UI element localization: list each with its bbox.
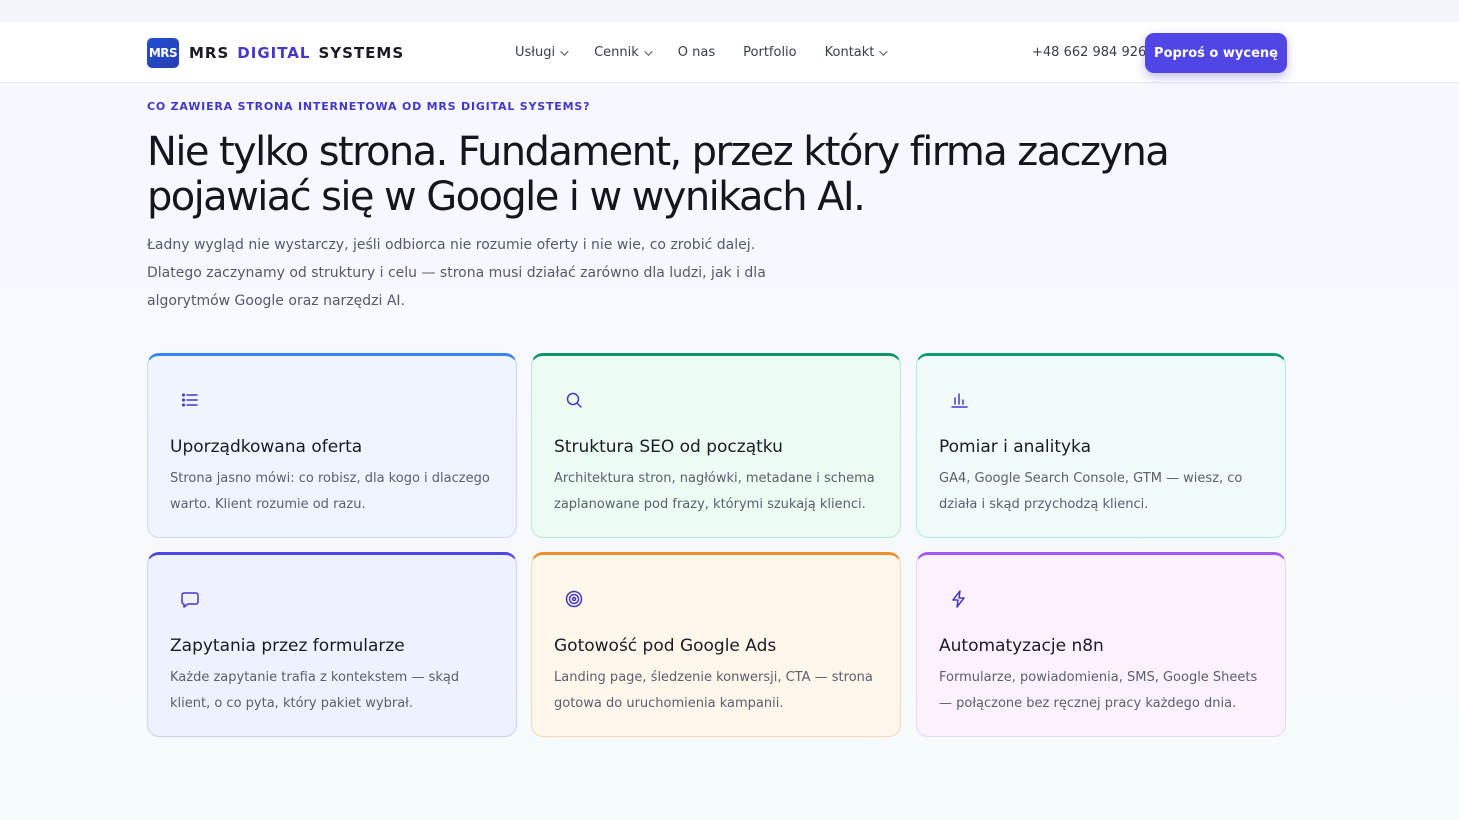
search-icon xyxy=(564,390,584,410)
navbar: MRS MRS DIGITAL SYSTEMS Usługi Cennik O nas P… xyxy=(0,22,1459,83)
logo-text: MRS DIGITAL SYSTEMS xyxy=(189,44,404,62)
nav-item-label: O nas xyxy=(677,45,716,60)
logo[interactable]: MRS MRS DIGITAL SYSTEMS xyxy=(147,38,404,68)
feature-card: Pomiar i analityka GA4, Google Search Con… xyxy=(916,353,1286,538)
section-eyebrow: CO ZAWIERA STRONA INTERNETOWA OD MRS DIG… xyxy=(147,100,591,113)
nav-item-label: Cennik xyxy=(594,45,639,60)
feature-title: Pomiar i analityka xyxy=(939,437,1092,457)
feature-card: Automatyzacje n8n Formularze, powiadomien… xyxy=(916,552,1286,737)
chevron-down-icon xyxy=(879,46,889,56)
bar-chart-icon xyxy=(949,390,969,410)
nav-item-label: Usługi xyxy=(515,45,556,60)
feature-card: Zapytania przez formularze Każde zapytani… xyxy=(147,552,517,737)
top-strip xyxy=(0,0,1459,22)
section-headline: Nie tylko strona. Fundament, przez który… xyxy=(147,129,1170,220)
nav-item-kontakt[interactable]: Kontakt xyxy=(824,45,889,60)
feature-description: Każde zapytanie trafia z kontekstem — sk… xyxy=(170,670,460,711)
nav-item-usługi[interactable]: Usługi xyxy=(515,45,569,60)
nav-item-label: Kontakt xyxy=(824,45,875,60)
feature-description: Strona jasno mówi: co robisz, dla kogo i… xyxy=(170,471,490,512)
section-lead: Ładny wygląd nie wystarczy, jeśli odbior… xyxy=(147,237,766,309)
feature-title: Struktura SEO od początku xyxy=(554,437,783,457)
feature-description: Landing page, śledzenie konwersji, CTA —… xyxy=(554,670,873,711)
bolt-icon xyxy=(949,589,969,609)
logo-word-systems: SYSTEMS xyxy=(318,44,405,62)
feature-title: Zapytania przez formularze xyxy=(170,636,405,656)
feature-description: Formularze, powiadomienia, SMS, Google S… xyxy=(939,670,1258,711)
target-icon xyxy=(564,589,584,609)
logo-word-digital: DIGITAL xyxy=(237,44,311,62)
feature-card: Gotowość pod Google Ads Landing page, śle… xyxy=(531,552,901,737)
feature-title: Gotowość pod Google Ads xyxy=(554,636,777,656)
nav-item-o-nas[interactable]: O nas xyxy=(678,45,715,60)
main-menu: Usługi Cennik O nas Portfolio Kontakt xyxy=(515,22,913,83)
feature-card: Uporządkowana oferta Strona jasno mówi: c… xyxy=(147,353,517,538)
logo-word-mrs: MRS xyxy=(189,44,230,62)
feature-title: Uporządkowana oferta xyxy=(170,437,363,457)
list-icon xyxy=(180,390,200,410)
nav-item-portfolio[interactable]: Portfolio xyxy=(743,45,796,60)
chevron-down-icon xyxy=(643,46,653,56)
feature-title: Automatyzacje n8n xyxy=(939,636,1104,656)
nav-item-label: Portfolio xyxy=(743,45,797,60)
request-quote-button[interactable]: Poproś o wycenę xyxy=(1145,33,1287,73)
chevron-down-icon xyxy=(560,46,569,56)
logo-badge: MRS xyxy=(147,38,179,68)
nav-item-cennik[interactable]: Cennik xyxy=(594,45,653,60)
phone-link[interactable]: +48 662 984 926 xyxy=(1032,45,1146,60)
message-icon xyxy=(180,589,200,609)
feature-description: GA4, Google Search Console, GTM — wiesz,… xyxy=(939,471,1243,512)
feature-description: Architektura stron, nagłówki, metadane i… xyxy=(554,471,875,512)
feature-card: Struktura SEO od początku Architektura st… xyxy=(531,353,901,538)
